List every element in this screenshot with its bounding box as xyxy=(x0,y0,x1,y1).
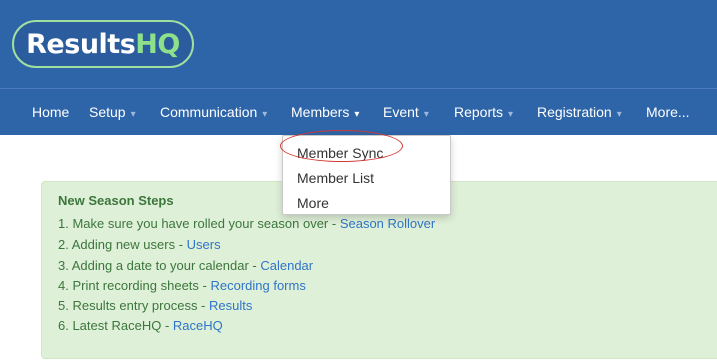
step-item: 3. Adding a date to your calendar - Cale… xyxy=(58,258,313,273)
chevron-down-icon: ▾ xyxy=(262,109,268,120)
nav-communication-label: Communication xyxy=(160,104,258,120)
step-item: 4. Print recording sheets - Recording fo… xyxy=(58,278,306,293)
panel-title: New Season Steps xyxy=(58,193,174,208)
step-item: 5. Results entry process - Results xyxy=(58,298,252,313)
nav-reports-label: Reports xyxy=(454,104,504,120)
chevron-down-icon: ▾ xyxy=(423,109,429,120)
resultshq-logo[interactable]: Results HQ xyxy=(12,20,194,68)
header-band: Results HQ xyxy=(0,0,717,88)
menu-item-member-list[interactable]: Member List xyxy=(297,170,374,186)
recording-forms-link[interactable]: Recording forms xyxy=(210,278,305,293)
chevron-down-icon: ▾ xyxy=(354,109,360,120)
chevron-down-icon: ▾ xyxy=(508,109,514,120)
step-item: 6. Latest RaceHQ - RaceHQ xyxy=(58,318,223,333)
results-link[interactable]: Results xyxy=(209,298,252,313)
nav-members-label: Members xyxy=(291,104,350,120)
season-rollover-link[interactable]: Season Rollover xyxy=(340,216,435,231)
chevron-down-icon: ▾ xyxy=(130,109,136,120)
nav-reports[interactable]: Reports ▾ xyxy=(454,89,513,135)
step-item: 1. Make sure you have rolled your season… xyxy=(58,216,435,231)
step-text: 1. Make sure you have rolled your season… xyxy=(58,216,340,231)
nav-setup-label: Setup xyxy=(89,104,126,120)
step-text: 5. Results entry process - xyxy=(58,298,209,313)
racehq-link[interactable]: RaceHQ xyxy=(173,318,223,333)
nav-event-label: Event xyxy=(383,104,419,120)
nav-home-label: Home xyxy=(32,104,70,120)
step-text: 3. Adding a date to your calendar - xyxy=(58,258,261,273)
step-text: 4. Print recording sheets - xyxy=(58,278,211,293)
nav-more[interactable]: More... xyxy=(646,89,690,135)
step-item: 2. Adding new users - Users xyxy=(58,237,221,252)
chevron-down-icon: ▾ xyxy=(616,109,622,120)
nav-setup[interactable]: Setup ▾ xyxy=(89,89,136,135)
logo-text: Results xyxy=(26,28,136,60)
main-navbar: Home Setup ▾ Communication ▾ Members ▾ Even… xyxy=(0,88,717,135)
step-text: 2. Adding new users - xyxy=(58,237,187,252)
menu-item-more[interactable]: More xyxy=(297,195,329,211)
nav-registration[interactable]: Registration ▾ xyxy=(537,89,622,135)
nav-more-label: More... xyxy=(646,104,690,120)
nav-home[interactable]: Home xyxy=(32,89,69,135)
logo-accent-text: HQ xyxy=(135,28,180,60)
nav-communication[interactable]: Communication ▾ xyxy=(160,89,267,135)
menu-item-member-sync[interactable]: Member Sync xyxy=(297,145,383,161)
nav-registration-label: Registration xyxy=(537,104,612,120)
nav-event[interactable]: Event ▾ xyxy=(383,89,429,135)
calendar-link[interactable]: Calendar xyxy=(260,258,313,273)
users-link[interactable]: Users xyxy=(187,237,221,252)
members-dropdown-menu: Member Sync Member List More xyxy=(282,135,451,215)
nav-members[interactable]: Members ▾ xyxy=(291,89,359,135)
step-text: 6. Latest RaceHQ - xyxy=(58,318,173,333)
